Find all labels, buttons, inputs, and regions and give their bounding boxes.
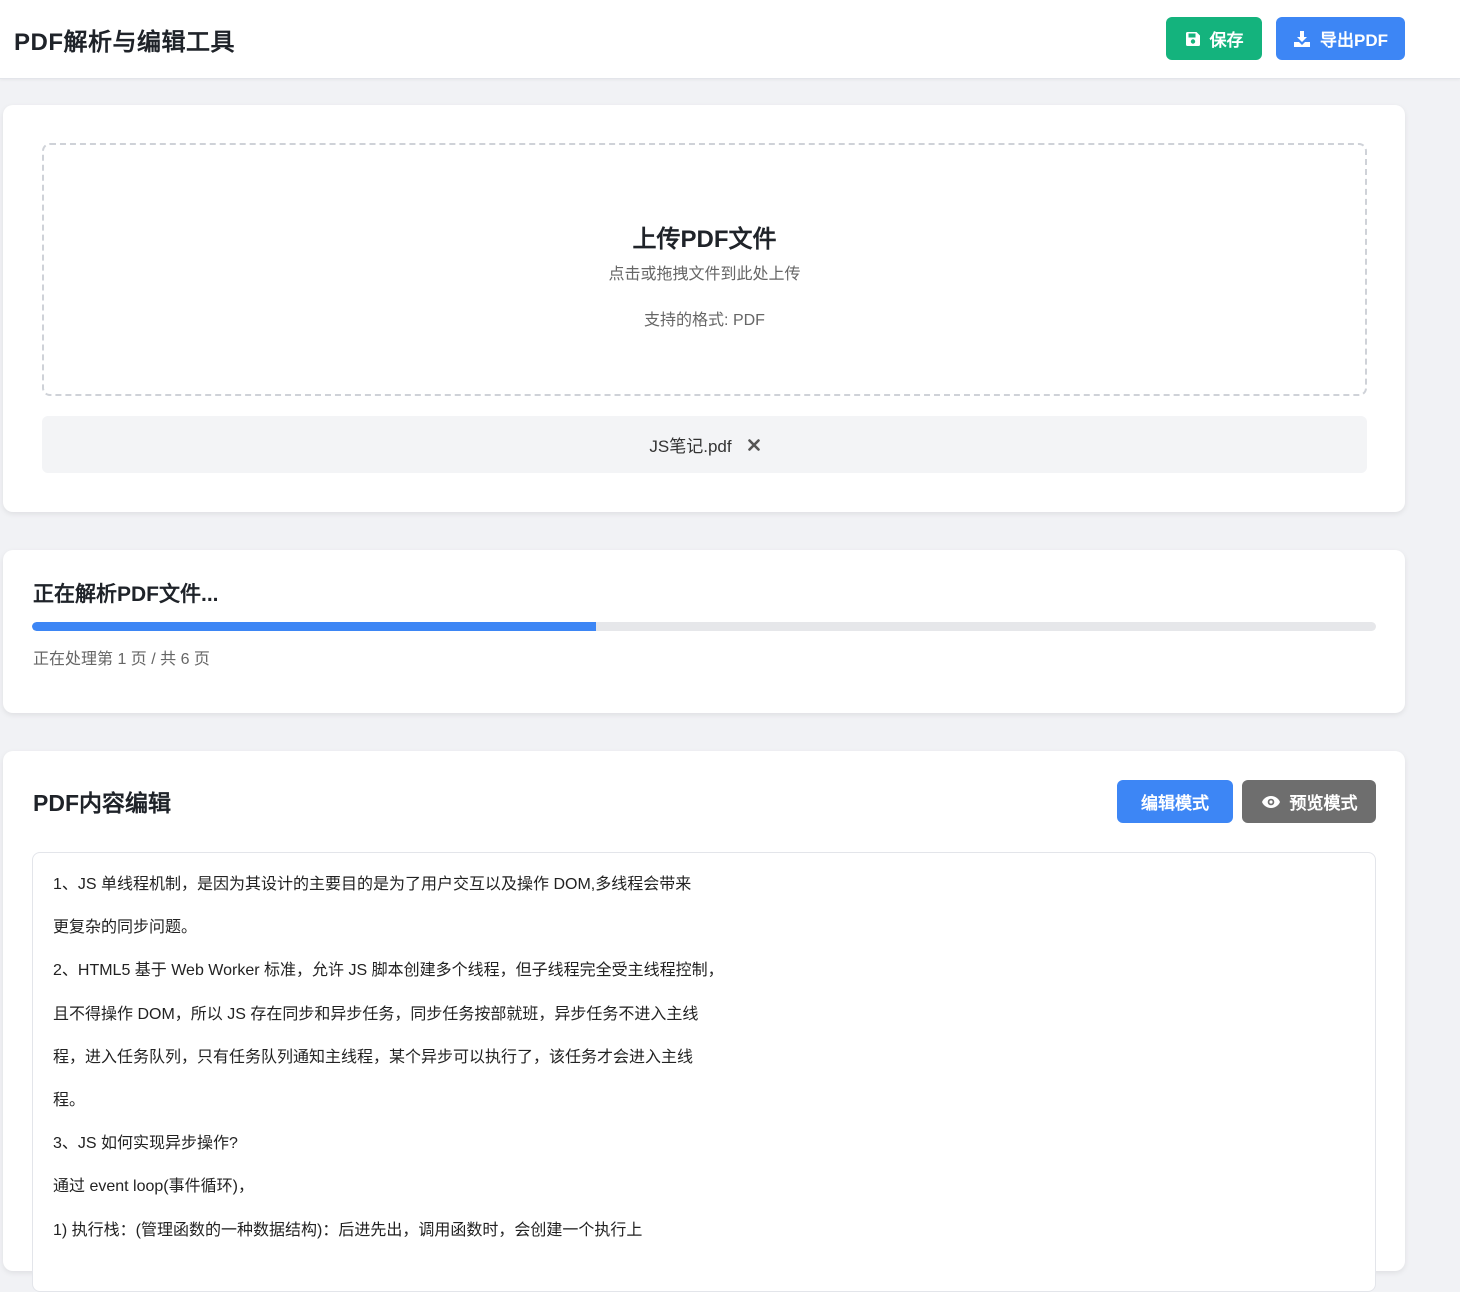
save-button[interactable]: 保存 — [1166, 17, 1262, 60]
editor-card: PDF内容编辑 编辑模式 预览模式 1、JS 单线程机制，是因为其设计的主要目的… — [3, 751, 1405, 1292]
edit-mode-label: 编辑模式 — [1141, 794, 1209, 813]
file-name: JS笔记.pdf — [649, 437, 732, 456]
editor-title: PDF内容编辑 — [33, 790, 171, 816]
editor-line: 1) 执行栈：(管理函数的一种数据结构)：后进先出，调用函数时，会创建一个执行上 — [53, 1221, 643, 1239]
progress-status: 正在处理第 1 页 / 共 6 页 — [33, 651, 210, 668]
close-icon — [747, 438, 760, 451]
upload-title: 上传PDF文件 — [632, 226, 777, 253]
app-title: PDF解析与编辑工具 — [14, 29, 235, 56]
editor-line: 且不得操作 DOM，所以 JS 存在同步和异步任务，同步任务按部就班，异步任务不… — [53, 1005, 699, 1023]
progress-bar-fill — [32, 622, 597, 631]
progress-title: 正在解析PDF文件... — [33, 583, 219, 606]
edit-mode-button[interactable]: 编辑模式 — [1117, 780, 1233, 823]
editor-line: 2、HTML5 基于 Web Worker 标准，允许 JS 脚本创建多个线程，… — [53, 962, 724, 980]
save-icon — [1185, 31, 1200, 46]
upload-hint: 点击或拖拽文件到此处上传 — [608, 266, 801, 283]
editor-line: 更复杂的同步问题。 — [53, 919, 198, 937]
download-icon — [1294, 30, 1310, 47]
editor-line: 通过 event loop(事件循环)， — [53, 1178, 254, 1196]
editor-line: 3、JS 如何实现异步操作? — [53, 1135, 238, 1153]
editor-line: 程，进入任务队列，只有任务队列通知主线程，某个异步可以执行了，该任务才会进入主线 — [53, 1048, 694, 1066]
upload-card: 上传PDF文件 点击或拖拽文件到此处上传 支持的格式: PDF JS笔记.pdf — [3, 105, 1405, 512]
editor-line: 1、JS 单线程机制，是因为其设计的主要目的是为了用户交互以及操作 DOM,多线… — [53, 876, 692, 893]
supported-formats: 支持的格式: PDF — [644, 312, 765, 329]
eye-icon — [1261, 795, 1280, 808]
save-button-label: 保存 — [1209, 31, 1244, 50]
app-header: PDF解析与编辑工具 保存 导出PDF — [0, 0, 1460, 79]
editor-line: 程。 — [53, 1091, 86, 1109]
export-button-label: 导出PDF — [1320, 31, 1388, 50]
upload-dropzone[interactable]: 上传PDF文件 点击或拖拽文件到此处上传 支持的格式: PDF — [42, 143, 1367, 396]
preview-mode-label: 预览模式 — [1289, 794, 1358, 813]
content-editor[interactable]: 1、JS 单线程机制，是因为其设计的主要目的是为了用户交互以及操作 DOM,多线… — [32, 852, 1376, 1292]
preview-mode-button[interactable]: 预览模式 — [1242, 780, 1376, 823]
progress-card: 正在解析PDF文件... 正在处理第 1 页 / 共 6 页 — [3, 550, 1405, 713]
export-pdf-button[interactable]: 导出PDF — [1276, 17, 1405, 60]
progress-bar — [32, 622, 1376, 631]
selected-file-bar: JS笔记.pdf — [42, 416, 1367, 473]
remove-file-button[interactable] — [747, 438, 760, 451]
